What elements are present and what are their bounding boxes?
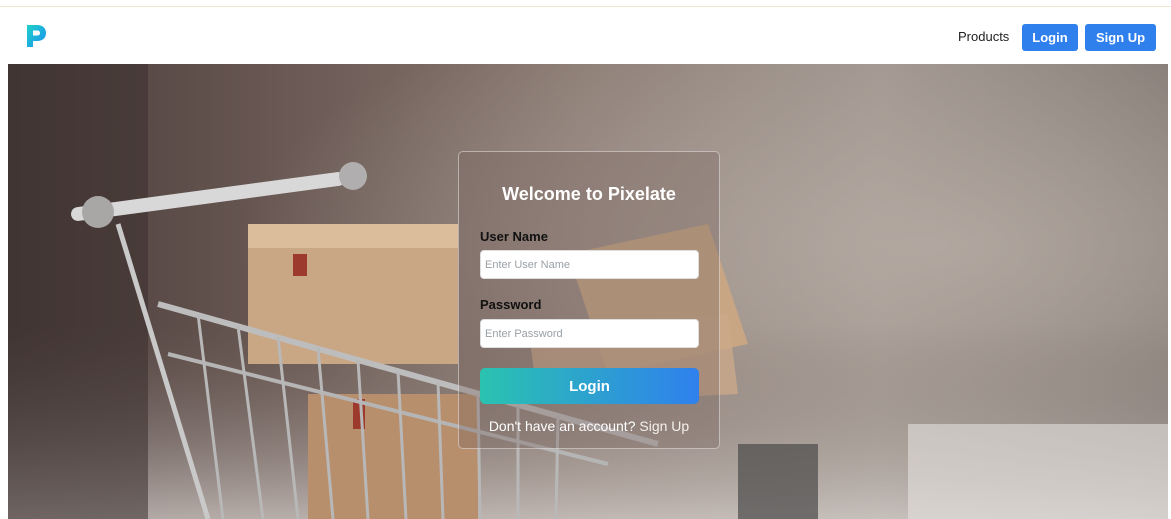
username-input[interactable] <box>480 250 699 279</box>
login-submit-button[interactable]: Login <box>480 368 699 404</box>
pixelate-logo-icon[interactable] <box>24 23 48 49</box>
nav-login-button[interactable]: Login <box>1022 24 1078 51</box>
password-label: Password <box>480 297 542 312</box>
nav-signup-button[interactable]: Sign Up <box>1085 24 1156 51</box>
navbar: Products Login Sign Up <box>0 7 1171 64</box>
password-input[interactable] <box>480 319 699 348</box>
hero-background: Welcome to Pixelate User Name Password L… <box>8 64 1168 519</box>
username-label: User Name <box>480 229 548 244</box>
signup-prompt-text: Don't have an account? <box>488 418 636 434</box>
nav-link-products[interactable]: Products <box>958 29 1009 44</box>
signup-link[interactable]: Sign Up <box>639 418 689 434</box>
signup-prompt: Don't have an account? Sign Up <box>459 418 719 434</box>
login-card-title: Welcome to Pixelate <box>502 184 676 204</box>
page: Products Login Sign Up Welcome to Pixela… <box>0 0 1171 519</box>
login-card: Welcome to Pixelate User Name Password L… <box>458 151 720 449</box>
